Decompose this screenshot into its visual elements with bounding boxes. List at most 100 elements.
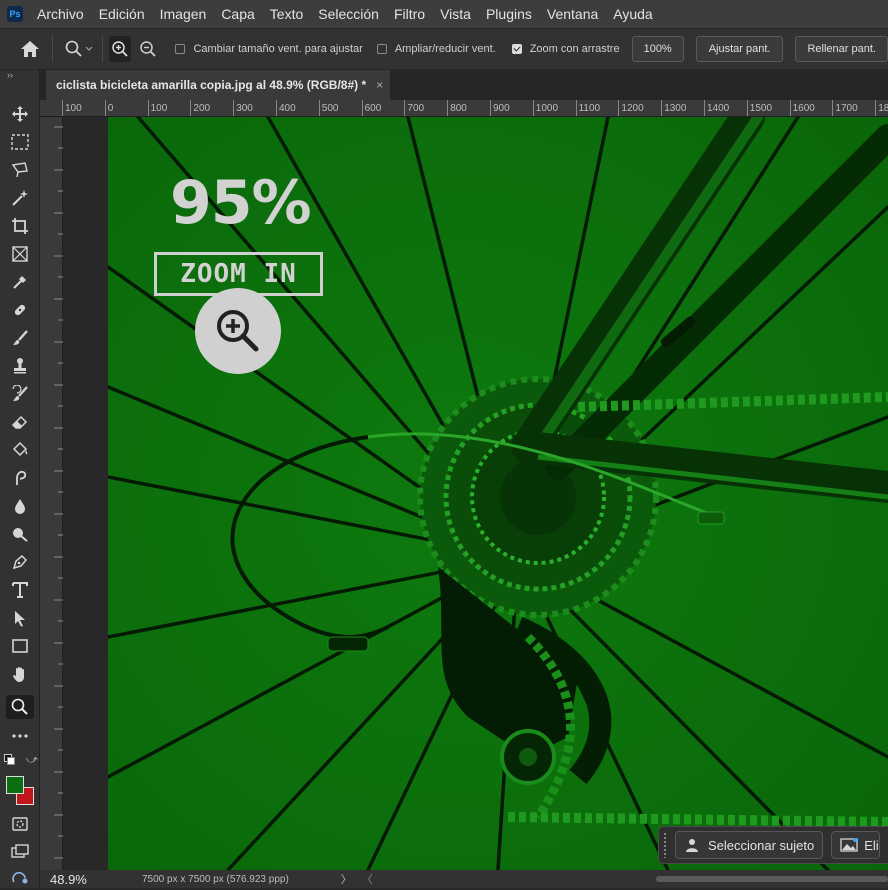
scrubby-zoom-label: Zoom con arrastre xyxy=(529,43,620,55)
menu-ayuda[interactable]: Ayuda xyxy=(613,6,652,22)
ruler-tick-label: 1500 xyxy=(746,100,772,116)
pasteboard xyxy=(63,117,108,870)
menu-vista[interactable]: Vista xyxy=(440,6,471,22)
zoom-all-windows-label: Ampliar/reducir vent. xyxy=(394,43,496,55)
path-selection-icon[interactable] xyxy=(6,606,34,630)
dodge-icon[interactable] xyxy=(6,522,34,546)
scrubby-zoom-checkbox[interactable]: Zoom con arrastre xyxy=(511,43,620,55)
zoom-level-field[interactable]: 48.9% xyxy=(40,872,100,887)
ruler-tick-label: 900 xyxy=(490,100,510,116)
document-size: 7500 px x 7500 px (576.923 ppp) xyxy=(142,873,289,885)
horizontal-ruler[interactable]: 100 0 100 200 300 400 500 600 700 800 900 1000 1100 1… xyxy=(40,100,888,117)
ruler-tick-label: 700 xyxy=(404,100,424,116)
frame-icon[interactable] xyxy=(6,242,34,266)
menu-seleccion[interactable]: Selección xyxy=(318,6,379,22)
rectangle-icon[interactable] xyxy=(6,634,34,658)
type-icon[interactable] xyxy=(6,578,34,602)
ruler-tick-label: 600 xyxy=(361,100,381,116)
history-brush-icon[interactable] xyxy=(6,382,34,406)
remove-background-button[interactable]: Eli xyxy=(831,831,880,859)
hand-icon[interactable] xyxy=(6,662,34,686)
ruler-tick-label: 0 xyxy=(104,100,113,116)
eraser-icon[interactable] xyxy=(6,410,34,434)
close-tab-icon[interactable]: × xyxy=(376,78,383,92)
menu-archivo[interactable]: Archivo xyxy=(37,6,84,22)
ruler-tick-label: 1100 xyxy=(575,100,600,116)
checkbox-box[interactable] xyxy=(175,44,186,54)
more-tools-icon[interactable] xyxy=(6,724,34,748)
foreground-color-swatch[interactable] xyxy=(6,776,24,794)
fit-screen-button[interactable]: Ajustar pant. xyxy=(695,36,784,62)
zoom-in-label: ZOOM IN xyxy=(180,259,297,289)
document-tab-bar: ciclista bicicleta amarilla copia.jpg al… xyxy=(40,70,888,100)
menu-ventana[interactable]: Ventana xyxy=(547,6,598,22)
person-select-icon xyxy=(686,839,698,852)
lasso-icon[interactable] xyxy=(6,158,34,182)
menu-filtro[interactable]: Filtro xyxy=(394,6,425,22)
ruler-tick-label: 300 xyxy=(233,100,253,116)
zoom-icon[interactable] xyxy=(6,695,34,719)
swap-colors-icon[interactable]: ⤻ xyxy=(26,754,38,767)
image-icon xyxy=(840,838,858,852)
home-icon[interactable] xyxy=(20,40,40,58)
healing-brush-icon[interactable] xyxy=(6,298,34,322)
resize-windows-label: Cambiar tamaño vent. para ajustar xyxy=(193,43,363,55)
checkbox-box-checked[interactable] xyxy=(511,44,522,54)
tools-panel: ›› ⤻ xyxy=(0,70,40,888)
vertical-ruler[interactable] xyxy=(40,117,63,870)
move-icon[interactable] xyxy=(6,102,34,126)
magic-wand-icon[interactable] xyxy=(6,186,34,210)
zoom-tool-preset-icon[interactable] xyxy=(63,40,96,58)
ruler-tick-label: 200 xyxy=(190,100,210,116)
crop-icon[interactable] xyxy=(6,214,34,238)
marquee-icon[interactable] xyxy=(6,130,34,154)
clone-stamp-icon[interactable] xyxy=(6,354,34,378)
resize-windows-checkbox[interactable]: Cambiar tamaño vent. para ajustar xyxy=(175,43,363,55)
vertical-ruler-ticks xyxy=(54,126,63,859)
checkbox-box[interactable] xyxy=(376,44,387,54)
ruler-tick-label: 1600 xyxy=(789,100,815,116)
select-subject-label: Seleccionar sujeto xyxy=(708,837,815,853)
drag-handle[interactable] xyxy=(663,832,667,858)
menu-capa[interactable]: Capa xyxy=(221,6,254,22)
quick-mask-icon[interactable] xyxy=(6,812,34,836)
ruler-tick-label: 1700 xyxy=(832,100,858,116)
blur-icon[interactable] xyxy=(6,494,34,518)
status-menu-arrow-icon[interactable]: 〉 xyxy=(341,871,352,887)
ruler-tick-label: 1800 xyxy=(875,100,888,116)
fill-screen-button[interactable]: Rellenar pant. xyxy=(795,36,888,62)
brush-icon[interactable] xyxy=(6,326,34,350)
horizontal-scrollbar[interactable] xyxy=(656,876,888,882)
eyedropper-icon[interactable] xyxy=(6,270,34,294)
default-colors-icon[interactable] xyxy=(4,754,15,765)
contextual-task-bar: Seleccionar sujeto Eli xyxy=(658,826,888,864)
menu-plugins[interactable]: Plugins xyxy=(486,6,532,22)
ruler-tick-label: 1400 xyxy=(704,100,729,116)
edit-toolbar-icon[interactable] xyxy=(6,866,34,890)
collapse-panel-icon[interactable]: ›› xyxy=(7,70,13,80)
zoom-in-icon xyxy=(195,288,281,374)
menu-imagen[interactable]: Imagen xyxy=(160,6,207,22)
select-subject-button[interactable]: Seleccionar sujeto xyxy=(675,831,824,859)
zoom-all-windows-checkbox[interactable]: Ampliar/reducir vent. xyxy=(376,43,496,55)
menu-texto[interactable]: Texto xyxy=(270,6,303,22)
ruler-tick-label: 100 xyxy=(147,100,167,116)
pen-icon[interactable] xyxy=(6,550,34,574)
ruler-tick-label: 100 xyxy=(62,100,82,116)
document-title: ciclista bicicleta amarilla copia.jpg al… xyxy=(56,78,367,92)
separator xyxy=(101,36,103,62)
document-tab[interactable]: ciclista bicicleta amarilla copia.jpg al… xyxy=(46,70,390,100)
ruler-tick-label: 800 xyxy=(447,100,467,116)
zoom-in-mode-icon[interactable] xyxy=(108,36,131,62)
zoom-100-button[interactable]: 100% xyxy=(631,36,684,62)
zoom-out-mode-icon[interactable] xyxy=(137,36,159,62)
menu-edicion[interactable]: Edición xyxy=(99,6,145,22)
paint-bucket-icon[interactable] xyxy=(6,438,34,462)
zoom-percentage-overlay: 95% xyxy=(170,168,312,238)
scroll-left-icon[interactable]: 〈 xyxy=(362,871,373,887)
ruler-tick-label: 1300 xyxy=(661,100,686,116)
screen-mode-icon[interactable] xyxy=(6,840,34,864)
ruler-tick-label: 400 xyxy=(276,100,296,116)
remove-background-label: Eli xyxy=(864,837,879,853)
smudge-icon[interactable] xyxy=(6,466,34,490)
